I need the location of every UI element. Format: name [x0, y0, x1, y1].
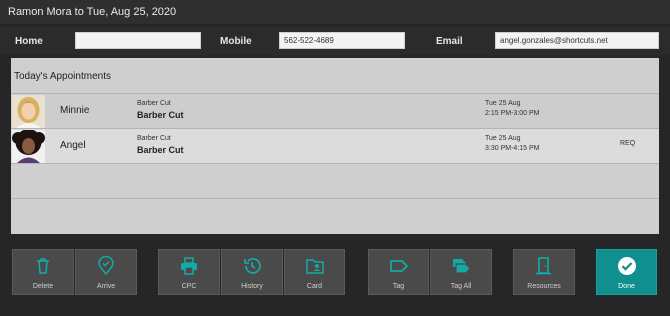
- cpc-button[interactable]: CPC: [158, 249, 220, 295]
- service-name: Barber Cut: [137, 110, 184, 120]
- done-label: Done: [618, 283, 635, 290]
- cpc-label: CPC: [181, 283, 197, 290]
- history-button[interactable]: History: [221, 249, 283, 295]
- service-category: Barber Cut: [137, 135, 171, 142]
- window-title: Ramon Mora to Tue, Aug 25, 2020: [8, 6, 177, 18]
- avatar: [12, 130, 45, 163]
- divider: [11, 198, 659, 199]
- tag-icon: [389, 260, 408, 272]
- avatar: [12, 95, 45, 128]
- home-label: Home: [15, 36, 43, 47]
- resources-button[interactable]: Resources: [513, 249, 575, 295]
- tag-all-label: Tag All: [450, 283, 472, 290]
- mobile-phone-field[interactable]: 562-522-4689: [279, 32, 405, 49]
- service-category: Barber Cut: [137, 100, 171, 107]
- client-name: Angel: [60, 140, 86, 151]
- email-label: Email: [436, 36, 463, 47]
- card-button[interactable]: Card: [284, 249, 345, 295]
- delete-label: Delete: [32, 283, 54, 290]
- request-flag: REQ: [620, 140, 636, 147]
- arrive-button[interactable]: Arrive: [75, 249, 137, 295]
- contact-bar: Home Mobile 562-522-4689 Email angel.gon…: [0, 27, 670, 55]
- appointment-date: Tue 25 Aug: [485, 135, 521, 142]
- resources-label: Resources: [527, 283, 561, 290]
- trash-icon: [37, 258, 49, 274]
- history-icon: [244, 258, 261, 274]
- title-bar: Ramon Mora to Tue, Aug 25, 2020: [0, 0, 670, 24]
- appointments-heading: Today's Appointments: [14, 71, 111, 82]
- history-label: History: [241, 283, 263, 290]
- appointment-row[interactable]: Minnie Barber Cut Barber Cut Tue 25 Aug …: [11, 94, 659, 128]
- appointment-date: Tue 25 Aug: [485, 100, 521, 107]
- divider: [11, 163, 659, 164]
- service-name: Barber Cut: [137, 145, 184, 155]
- arrive-label: Arrive: [96, 283, 116, 290]
- appointment-time: 3:30 PM-4:15 PM: [485, 145, 540, 152]
- home-phone-field[interactable]: [75, 32, 201, 49]
- client-name: Minnie: [60, 105, 90, 116]
- tag-button[interactable]: Tag: [368, 249, 429, 295]
- location-check-icon: [98, 256, 114, 276]
- tag-label: Tag: [392, 283, 405, 290]
- appointments-panel: Today's Appointments Minnie Barber Cut B…: [11, 58, 659, 234]
- folder-user-icon: [305, 259, 324, 274]
- door-icon: [536, 257, 551, 275]
- checkmark-circle-icon: [617, 257, 636, 275]
- delete-button[interactable]: Delete: [12, 249, 74, 295]
- card-label: Card: [306, 283, 323, 290]
- appointment-time: 2:15 PM-3:00 PM: [485, 110, 540, 117]
- appointment-row[interactable]: Angel Barber Cut Barber Cut Tue 25 Aug 3…: [11, 129, 659, 163]
- done-button[interactable]: Done: [596, 249, 657, 295]
- tags-icon: [453, 259, 471, 274]
- mobile-label: Mobile: [220, 36, 252, 47]
- email-field[interactable]: angel.gonzales@shortcuts.net: [495, 32, 659, 49]
- printer-icon: [181, 257, 197, 275]
- tag-all-button[interactable]: Tag All: [430, 249, 492, 295]
